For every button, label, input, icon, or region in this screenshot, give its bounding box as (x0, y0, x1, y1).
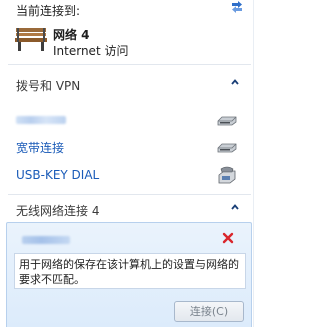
dialup-item-broadband[interactable]: 宽带连接 (0, 134, 258, 160)
divider (8, 194, 251, 195)
mismatch-message-text: 用于网络的保存在该计算机上的设置与网络的要求不匹配。 (19, 258, 239, 286)
park-bench-icon (15, 28, 47, 51)
connected-network-name: 网络 4 (53, 28, 90, 42)
error-x-icon (222, 232, 234, 244)
broadband-connection-label: 宽带连接 (16, 141, 65, 155)
obscured-wireless-name (22, 236, 70, 244)
mismatch-message-box: 用于网络的保存在该计算机上的设置与网络的要求不匹配。 (14, 253, 246, 289)
section-wireless[interactable]: 无线网络连接 4 (0, 199, 258, 221)
phone-modem-icon (218, 166, 236, 184)
refresh-icon[interactable] (229, 0, 245, 14)
dialup-item-1[interactable] (0, 107, 258, 133)
chevron-up-icon[interactable] (231, 78, 239, 86)
connected-network-status: Internet 访问 (53, 44, 129, 58)
scrollbar-edge[interactable] (253, 0, 258, 327)
current-connection-header: 当前连接到: 网络 4 Internet 访问 (0, 0, 258, 62)
section-dialup-label: 拨号和 VPN (16, 79, 81, 93)
usbkey-dial-label: USB-KEY DIAL (16, 168, 100, 182)
divider (8, 64, 251, 65)
section-dialup-vpn[interactable]: 拨号和 VPN (0, 74, 258, 96)
obscured-connection-name (16, 116, 66, 124)
chevron-up-icon[interactable] (231, 203, 239, 211)
network-flyout: 当前连接到: 网络 4 Internet 访问 拨号和 VPN 宽带连接 USB… (0, 0, 258, 327)
dialup-item-usbkey[interactable]: USB-KEY DIAL (0, 163, 258, 189)
modem-icon (217, 143, 237, 153)
current-connection-title: 当前连接到: (16, 4, 81, 18)
section-wireless-label: 无线网络连接 4 (16, 204, 100, 218)
modem-icon (217, 116, 237, 126)
connect-button[interactable]: 连接(C) (174, 301, 244, 322)
